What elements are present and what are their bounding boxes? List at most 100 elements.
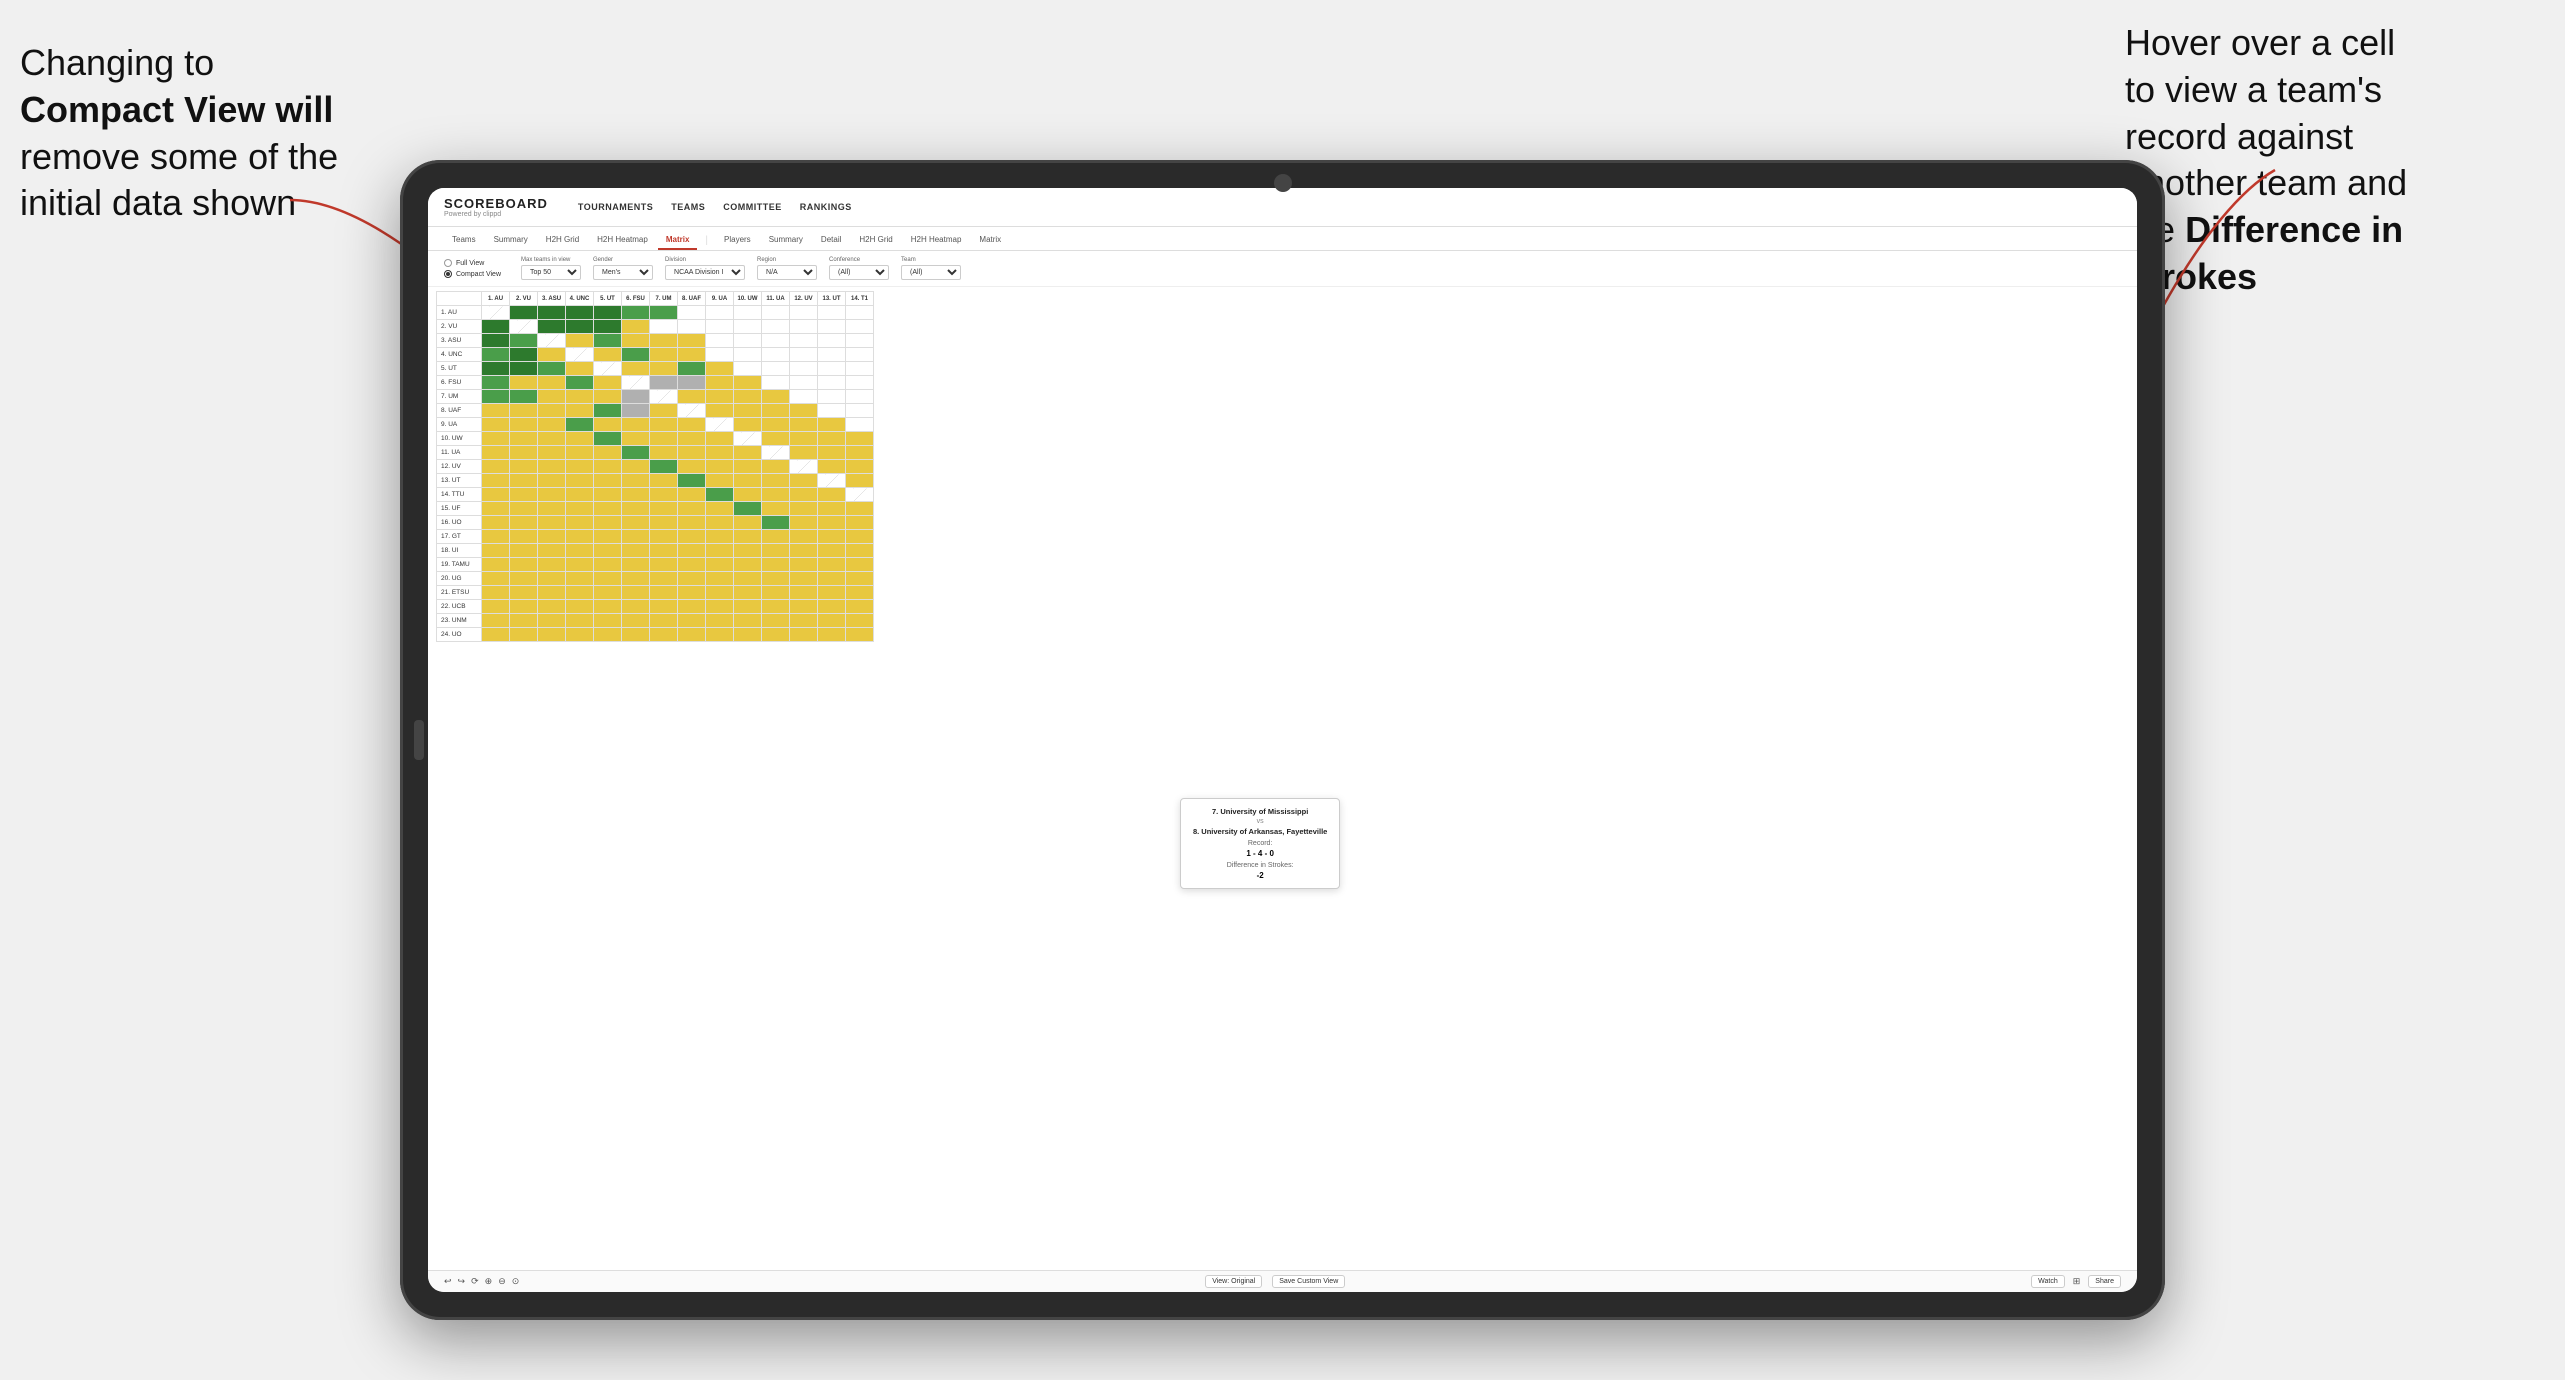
matrix-cell[interactable] bbox=[622, 362, 650, 376]
matrix-cell[interactable] bbox=[734, 376, 762, 390]
matrix-cell[interactable] bbox=[650, 376, 678, 390]
matrix-cell[interactable] bbox=[566, 390, 594, 404]
matrix-cell[interactable] bbox=[706, 530, 734, 544]
matrix-cell[interactable] bbox=[482, 572, 510, 586]
matrix-cell[interactable] bbox=[734, 530, 762, 544]
zoom-out-icon[interactable]: ⊖ bbox=[498, 1276, 506, 1287]
matrix-cell[interactable] bbox=[678, 376, 706, 390]
matrix-cell[interactable] bbox=[622, 390, 650, 404]
matrix-cell[interactable] bbox=[622, 320, 650, 334]
reset-icon[interactable]: ⊙ bbox=[512, 1276, 520, 1287]
matrix-cell[interactable] bbox=[538, 362, 566, 376]
matrix-cell[interactable] bbox=[846, 474, 874, 488]
matrix-cell[interactable] bbox=[818, 502, 846, 516]
filter-region-select[interactable]: N/A N/A bbox=[757, 265, 817, 280]
matrix-cell[interactable] bbox=[594, 446, 622, 460]
matrix-cell[interactable] bbox=[538, 334, 566, 348]
matrix-cell[interactable] bbox=[706, 306, 734, 320]
matrix-cell[interactable] bbox=[818, 474, 846, 488]
matrix-cell[interactable] bbox=[846, 362, 874, 376]
matrix-cell[interactable] bbox=[790, 530, 818, 544]
matrix-cell[interactable] bbox=[594, 418, 622, 432]
matrix-cell[interactable] bbox=[622, 516, 650, 530]
matrix-cell[interactable] bbox=[594, 488, 622, 502]
matrix-cell[interactable] bbox=[678, 404, 706, 418]
tab-h2h-heatmap[interactable]: H2H Heatmap bbox=[589, 231, 656, 250]
zoom-in-icon[interactable]: ⊕ bbox=[485, 1276, 493, 1287]
matrix-cell[interactable] bbox=[482, 306, 510, 320]
matrix-cell[interactable] bbox=[734, 474, 762, 488]
matrix-cell[interactable] bbox=[734, 600, 762, 614]
matrix-cell[interactable] bbox=[650, 334, 678, 348]
matrix-cell[interactable] bbox=[678, 516, 706, 530]
matrix-cell[interactable] bbox=[622, 530, 650, 544]
matrix-cell[interactable] bbox=[566, 530, 594, 544]
matrix-cell[interactable] bbox=[762, 432, 790, 446]
matrix-cell[interactable] bbox=[818, 572, 846, 586]
matrix-cell[interactable] bbox=[706, 390, 734, 404]
filter-team-select[interactable]: (All) bbox=[901, 265, 961, 280]
matrix-cell[interactable] bbox=[594, 614, 622, 628]
matrix-cell[interactable] bbox=[846, 418, 874, 432]
matrix-cell[interactable] bbox=[762, 586, 790, 600]
matrix-cell[interactable] bbox=[678, 530, 706, 544]
matrix-cell[interactable] bbox=[650, 572, 678, 586]
matrix-cell[interactable] bbox=[538, 614, 566, 628]
matrix-cell[interactable] bbox=[538, 530, 566, 544]
matrix-cell[interactable] bbox=[622, 600, 650, 614]
matrix-cell[interactable] bbox=[650, 502, 678, 516]
matrix-cell[interactable] bbox=[762, 628, 790, 642]
matrix-cell[interactable] bbox=[790, 572, 818, 586]
matrix-cell[interactable] bbox=[482, 628, 510, 642]
matrix-cell[interactable] bbox=[622, 488, 650, 502]
matrix-cell[interactable] bbox=[566, 446, 594, 460]
matrix-cell[interactable] bbox=[734, 614, 762, 628]
matrix-cell[interactable] bbox=[678, 306, 706, 320]
matrix-cell[interactable] bbox=[818, 320, 846, 334]
filter-max-teams-select[interactable]: Top 50 bbox=[521, 265, 581, 280]
matrix-cell[interactable] bbox=[538, 558, 566, 572]
matrix-cell[interactable] bbox=[846, 432, 874, 446]
tab-h2h-grid[interactable]: H2H Grid bbox=[538, 231, 587, 250]
matrix-cell[interactable] bbox=[510, 432, 538, 446]
matrix-cell[interactable] bbox=[846, 600, 874, 614]
matrix-cell[interactable] bbox=[566, 586, 594, 600]
matrix-cell[interactable] bbox=[650, 390, 678, 404]
matrix-cell[interactable] bbox=[594, 502, 622, 516]
matrix-cell[interactable] bbox=[650, 432, 678, 446]
matrix-cell[interactable] bbox=[762, 306, 790, 320]
matrix-cell[interactable] bbox=[818, 334, 846, 348]
tab-h2h-grid-players[interactable]: H2H Grid bbox=[851, 231, 900, 250]
matrix-cell[interactable] bbox=[790, 334, 818, 348]
matrix-cell[interactable] bbox=[510, 376, 538, 390]
matrix-cell[interactable] bbox=[566, 600, 594, 614]
matrix-cell[interactable] bbox=[846, 376, 874, 390]
watch-button[interactable]: Watch bbox=[2031, 1275, 2065, 1288]
matrix-cell[interactable] bbox=[650, 348, 678, 362]
matrix-cell[interactable] bbox=[706, 334, 734, 348]
matrix-cell[interactable] bbox=[818, 586, 846, 600]
matrix-cell[interactable] bbox=[650, 404, 678, 418]
matrix-cell[interactable] bbox=[790, 474, 818, 488]
matrix-cell[interactable] bbox=[818, 418, 846, 432]
matrix-cell[interactable] bbox=[734, 418, 762, 432]
matrix-cell[interactable] bbox=[622, 614, 650, 628]
matrix-cell[interactable] bbox=[818, 530, 846, 544]
matrix-cell[interactable] bbox=[706, 572, 734, 586]
matrix-cell[interactable] bbox=[510, 460, 538, 474]
matrix-cell[interactable] bbox=[510, 390, 538, 404]
tab-h2h-heatmap-players[interactable]: H2H Heatmap bbox=[903, 231, 970, 250]
matrix-cell[interactable] bbox=[846, 306, 874, 320]
matrix-cell[interactable] bbox=[678, 502, 706, 516]
matrix-cell[interactable] bbox=[790, 502, 818, 516]
matrix-cell[interactable] bbox=[566, 460, 594, 474]
matrix-cell[interactable] bbox=[762, 348, 790, 362]
tab-summary-teams[interactable]: Summary bbox=[486, 231, 536, 250]
matrix-cell[interactable] bbox=[678, 348, 706, 362]
matrix-cell[interactable] bbox=[734, 544, 762, 558]
matrix-cell[interactable] bbox=[510, 348, 538, 362]
matrix-cell[interactable] bbox=[482, 362, 510, 376]
matrix-cell[interactable] bbox=[510, 614, 538, 628]
matrix-cell[interactable] bbox=[622, 502, 650, 516]
matrix-cell[interactable] bbox=[650, 488, 678, 502]
